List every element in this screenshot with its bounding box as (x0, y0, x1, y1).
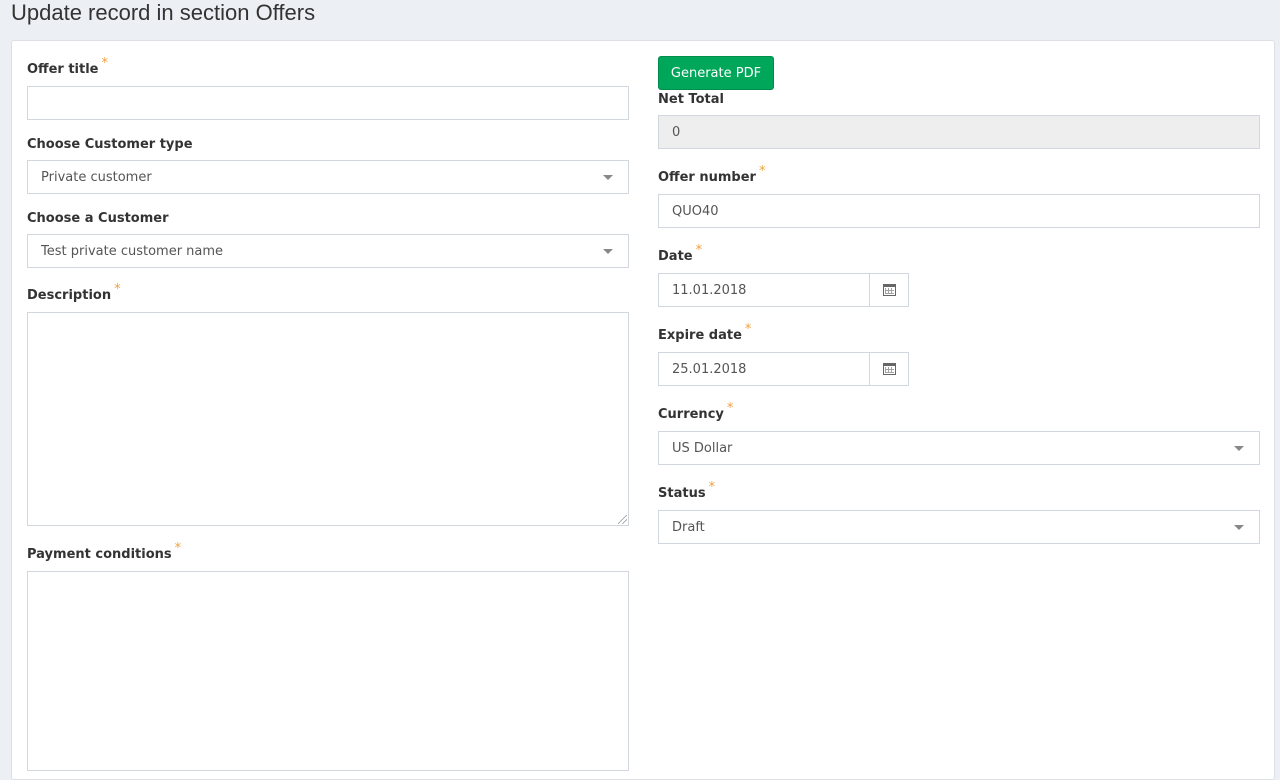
date-picker-button[interactable] (870, 273, 909, 307)
currency-value: US Dollar (672, 440, 733, 456)
required-star: * (758, 164, 766, 179)
payment-conditions-label: Payment conditions * (27, 541, 182, 562)
offer-title-input[interactable] (27, 86, 629, 120)
offer-title-label: Offer title * (27, 56, 108, 77)
required-star: * (726, 401, 734, 416)
chevron-down-icon (1234, 525, 1244, 530)
chevron-down-icon (1234, 446, 1244, 451)
required-star: * (744, 322, 752, 337)
payment-conditions-textarea[interactable] (27, 571, 629, 771)
expire-date-picker-button[interactable] (870, 352, 909, 386)
customer-value: Test private customer name (41, 243, 224, 259)
page-title: Update record in section Offers (11, 0, 316, 25)
currency-select[interactable]: US Dollar (658, 431, 1260, 465)
expire-date-label: Expire date * (658, 322, 752, 343)
net-total-field: 0 (658, 115, 1260, 149)
calendar-icon (882, 363, 896, 375)
offer-number-input[interactable]: QUO40 (658, 194, 1260, 228)
required-star: * (114, 282, 121, 297)
chevron-down-icon (603, 175, 613, 180)
form-panel: Offer title * Choose Customer type Privat… (11, 40, 1275, 780)
calendar-icon (882, 284, 896, 296)
resize-handle-icon[interactable] (618, 515, 627, 524)
expire-date-input[interactable]: 25.01.2018 (658, 352, 870, 386)
customer-select[interactable]: Test private customer name (27, 234, 629, 268)
description-textarea[interactable] (27, 312, 629, 526)
required-star: * (101, 56, 109, 71)
status-select[interactable]: Draft (658, 510, 1260, 544)
offer-number-label: Offer number * (658, 164, 766, 185)
description-label: Description * (27, 282, 121, 303)
required-star: * (695, 243, 703, 258)
status-value: Draft (672, 519, 705, 535)
customer-type-label: Choose Customer type (27, 137, 193, 152)
required-star: * (708, 480, 716, 495)
currency-label: Currency * (658, 401, 734, 422)
date-input[interactable]: 11.01.2018 (658, 273, 870, 307)
required-star: * (174, 541, 182, 556)
customer-type-select[interactable]: Private customer (27, 160, 629, 194)
net-total-label: Net Total (658, 92, 724, 107)
chevron-down-icon (603, 249, 613, 254)
status-label: Status * (658, 480, 716, 501)
date-label: Date * (658, 243, 703, 264)
customer-label: Choose a Customer (27, 211, 169, 226)
generate-pdf-button[interactable]: Generate PDF (658, 56, 774, 90)
customer-type-value: Private customer (41, 169, 152, 185)
